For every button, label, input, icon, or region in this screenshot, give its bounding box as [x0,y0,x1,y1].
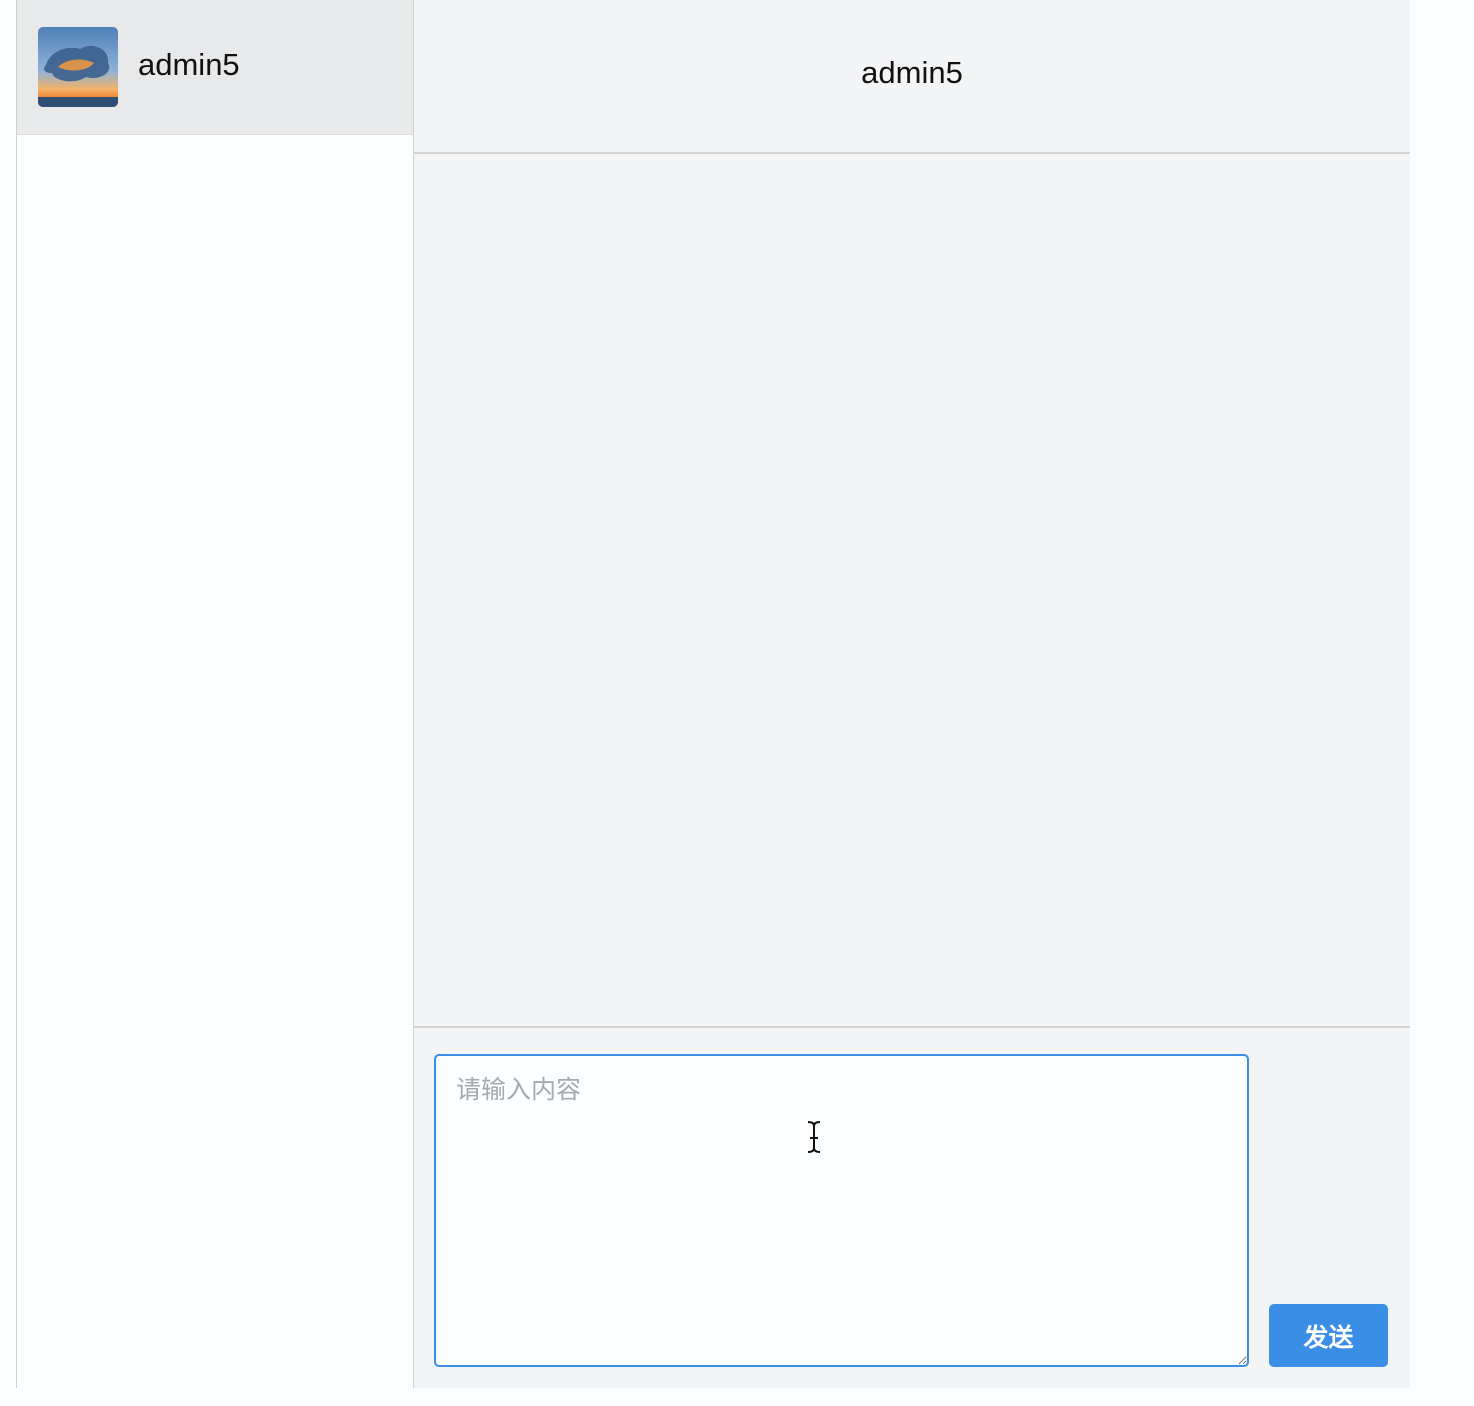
chat-panel: admin5 发送 [414,0,1410,1388]
message-input[interactable] [434,1054,1249,1367]
chat-app: admin5 admin5 发送 [16,0,1410,1388]
avatar [38,27,118,107]
chat-title: admin5 [861,55,963,90]
send-button[interactable]: 发送 [1269,1304,1388,1367]
message-composer: 发送 [414,1028,1410,1388]
contact-sidebar: admin5 [16,0,414,1388]
contact-name: admin5 [138,47,240,82]
text-cursor-icon [807,1121,821,1153]
contact-item-admin5[interactable]: admin5 [17,0,413,135]
sky-avatar-image [38,27,118,107]
message-list[interactable] [414,154,1410,1028]
chat-header: admin5 [414,0,1410,154]
